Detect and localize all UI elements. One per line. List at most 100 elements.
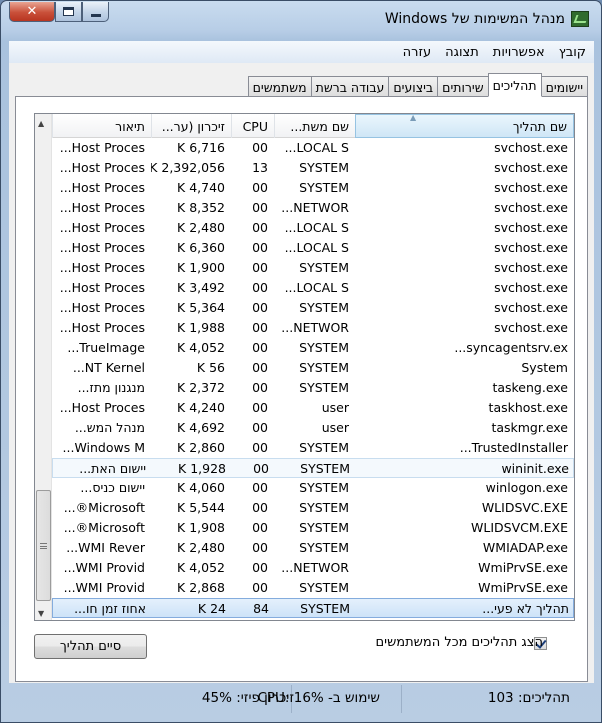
column-header-user[interactable]: שם משת... bbox=[274, 114, 355, 138]
column-header-memory[interactable]: זיכרון (ער... bbox=[151, 114, 231, 138]
process-name-cell: taskhost.exe bbox=[488, 400, 568, 415]
user-name-cell: SYSTEM bbox=[299, 440, 349, 455]
process-row[interactable]: svchost.exe NETWOR... 00 1,988 K Host Proces… bbox=[52, 318, 574, 338]
close-icon: ✕ bbox=[26, 4, 38, 19]
column-header-process-name-label: שם תהליך bbox=[512, 118, 567, 134]
user-name-cell: SYSTEM bbox=[299, 340, 349, 355]
memory-cell: 2,480 K bbox=[177, 220, 225, 235]
menu-help[interactable]: עזרה bbox=[403, 45, 431, 60]
memory-cell: 4,240 K bbox=[177, 400, 225, 415]
process-row[interactable]: taskmgr.exe user 00 4,692 K מנהל המש... bbox=[52, 418, 574, 438]
cpu-cell: 00 bbox=[252, 320, 268, 335]
tab-networking[interactable]: עבודה ברשת bbox=[310, 76, 390, 97]
memory-cell: 5,364 K bbox=[177, 300, 225, 315]
show-all-users-label: הצג תהליכים מכל המשתמשים bbox=[375, 635, 543, 650]
cpu-cell: 00 bbox=[252, 580, 268, 595]
memory-cell: 4,052 K bbox=[177, 340, 225, 355]
tab-processes[interactable]: תהליכים bbox=[487, 73, 542, 97]
memory-cell: 4,740 K bbox=[177, 180, 225, 195]
process-row[interactable]: svchost.exe LOCAL S... 00 6,360 K Host Proce… bbox=[52, 238, 574, 258]
memory-cell: 6,716 K bbox=[177, 140, 225, 155]
scroll-thumb[interactable] bbox=[36, 490, 51, 601]
main-content: יישומים תהליכים שירותים ביצועים עבודה בר… bbox=[9, 63, 594, 683]
menu-view[interactable]: תצוגה bbox=[445, 45, 479, 60]
process-row[interactable]: svchost.exe SYSTEM 00 5,364 K Host Proces... bbox=[52, 298, 574, 318]
menu-file[interactable]: קובץ bbox=[559, 45, 586, 60]
memory-cell: 2,868 K bbox=[177, 580, 225, 595]
process-name-cell: WmiPrvSE.exe bbox=[478, 580, 568, 595]
maximize-button[interactable] bbox=[55, 2, 82, 22]
description-cell: NT Kernel... bbox=[72, 360, 145, 375]
process-row[interactable]: taskeng.exe SYSTEM 00 2,372 K מנגנון מתז... bbox=[52, 378, 574, 398]
process-row[interactable]: svchost.exe SYSTEM 00 1,900 K Host Proces... bbox=[52, 258, 574, 278]
cpu-cell: 00 bbox=[253, 461, 269, 476]
user-name-cell: SYSTEM bbox=[299, 300, 349, 315]
process-row[interactable]: WMIADAP.exe SYSTEM 00 2,480 K WMI Rever... bbox=[52, 538, 574, 558]
process-name-cell: svchost.exe bbox=[494, 280, 568, 295]
scroll-up-icon[interactable]: ▲ bbox=[38, 119, 44, 128]
vertical-scrollbar[interactable]: ▲ ▼ bbox=[35, 114, 52, 620]
process-row[interactable]: WLIDSVCM.EXE SYSTEM 00 1,908 K Microsoft®... bbox=[52, 518, 574, 538]
column-header-process-name[interactable]: ▲ שם תהליך bbox=[355, 114, 574, 138]
column-header-description[interactable]: תיאור bbox=[52, 114, 151, 138]
process-row[interactable]: wininit.exe SYSTEM 00 1,928 K יישום האת... bbox=[52, 458, 574, 478]
process-row[interactable]: svchost.exe SYSTEM 00 4,740 K Host Proces... bbox=[52, 178, 574, 198]
cpu-cell: 00 bbox=[252, 380, 268, 395]
description-cell: Windows M... bbox=[62, 440, 145, 455]
user-name-cell: LOCAL S... bbox=[284, 140, 349, 155]
description-cell: אחוז זמן חו... bbox=[74, 601, 146, 616]
minimize-button[interactable] bbox=[82, 2, 109, 22]
status-processes: תהליכים: 103 bbox=[487, 690, 570, 706]
cpu-cell: 00 bbox=[252, 540, 268, 555]
description-cell: Host Proces... bbox=[59, 140, 145, 155]
description-cell: WMI Rever... bbox=[66, 540, 145, 555]
scroll-down-icon[interactable]: ▼ bbox=[38, 609, 44, 618]
description-cell: Host Proces... bbox=[59, 400, 145, 415]
user-name-cell: SYSTEM bbox=[299, 520, 349, 535]
description-cell: Host Proces... bbox=[59, 160, 145, 175]
window-title: מנהל המשימות של Windows bbox=[384, 11, 565, 27]
user-name-cell: user bbox=[321, 420, 349, 435]
process-row[interactable]: svchost.exe LOCAL S... 00 3,492 K Host Proce… bbox=[52, 278, 574, 298]
user-name-cell: SYSTEM bbox=[300, 601, 350, 616]
description-cell: Host Proces... bbox=[59, 320, 145, 335]
process-row[interactable]: svchost.exe LOCAL S... 00 6,716 K Host Proce… bbox=[52, 138, 574, 158]
memory-cell: 2,860 K bbox=[177, 440, 225, 455]
end-process-button[interactable]: סיים תהליך bbox=[34, 634, 147, 659]
menu-options[interactable]: אפשרויות bbox=[493, 45, 545, 60]
memory-cell: 4,692 K bbox=[177, 420, 225, 435]
tab-performance[interactable]: ביצועים bbox=[388, 76, 439, 97]
process-row[interactable]: svchost.exe NETWOR... 00 8,352 K Host Proces… bbox=[52, 198, 574, 218]
process-list: תיאור זיכרון (ער... CPU שם משת... ▲ שם ת… bbox=[34, 113, 575, 621]
task-manager-window: ✕ מנהל המשימות של Windows קובץ אפשרויות … bbox=[0, 0, 602, 723]
tab-services[interactable]: שירותים bbox=[437, 76, 489, 97]
process-row[interactable]: svchost.exe SYSTEM 13 2,392,056 K Host Proce… bbox=[52, 158, 574, 178]
user-name-cell: LOCAL S... bbox=[284, 220, 349, 235]
user-name-cell: SYSTEM bbox=[299, 260, 349, 275]
process-row[interactable]: syncagentsrv.ex... SYSTEM 00 4,052 K TrueIma… bbox=[52, 338, 574, 358]
process-name-cell: WLIDSVC.EXE bbox=[481, 500, 568, 515]
process-name-cell: svchost.exe bbox=[494, 200, 568, 215]
close-button[interactable]: ✕ bbox=[9, 2, 55, 22]
tab-users[interactable]: משתמשים bbox=[247, 76, 312, 97]
process-row[interactable]: TrustedInstaller... SYSTEM 00 2,860 K Window… bbox=[52, 438, 574, 458]
process-row[interactable]: taskhost.exe user 00 4,240 K Host Proces... bbox=[52, 398, 574, 418]
memory-cell: 1,988 K bbox=[177, 320, 225, 335]
process-row[interactable]: WmiPrvSE.exe NETWOR... 00 4,052 K WMI Provid… bbox=[52, 558, 574, 578]
process-row[interactable]: WLIDSVC.EXE SYSTEM 00 5,544 K Microsoft®... bbox=[52, 498, 574, 518]
tab-applications[interactable]: יישומים bbox=[540, 76, 588, 97]
process-name-cell: svchost.exe bbox=[494, 220, 568, 235]
description-cell: Host Proces... bbox=[59, 280, 145, 295]
user-name-cell: NETWOR... bbox=[281, 560, 349, 575]
process-row[interactable]: תהליך לא פעי... SYSTEM 84 24 K אחוז זמן חו..… bbox=[52, 598, 574, 618]
description-cell: WMI Provid... bbox=[63, 580, 145, 595]
process-row[interactable]: System SYSTEM 00 56 K NT Kernel... bbox=[52, 358, 574, 378]
memory-cell: 56 K bbox=[196, 360, 225, 375]
process-row[interactable]: svchost.exe LOCAL S... 00 2,480 K Host Proce… bbox=[52, 218, 574, 238]
processes-panel: תיאור זיכרון (ער... CPU שם משת... ▲ שם ת… bbox=[15, 96, 588, 682]
column-header-cpu[interactable]: CPU bbox=[231, 114, 274, 138]
status-divider bbox=[401, 685, 402, 713]
process-row[interactable]: winlogon.exe SYSTEM 00 4,060 K יישום כניס... bbox=[52, 478, 574, 498]
cpu-cell: 84 bbox=[253, 601, 269, 616]
process-row[interactable]: WmiPrvSE.exe SYSTEM 00 2,868 K WMI Provid... bbox=[52, 578, 574, 598]
